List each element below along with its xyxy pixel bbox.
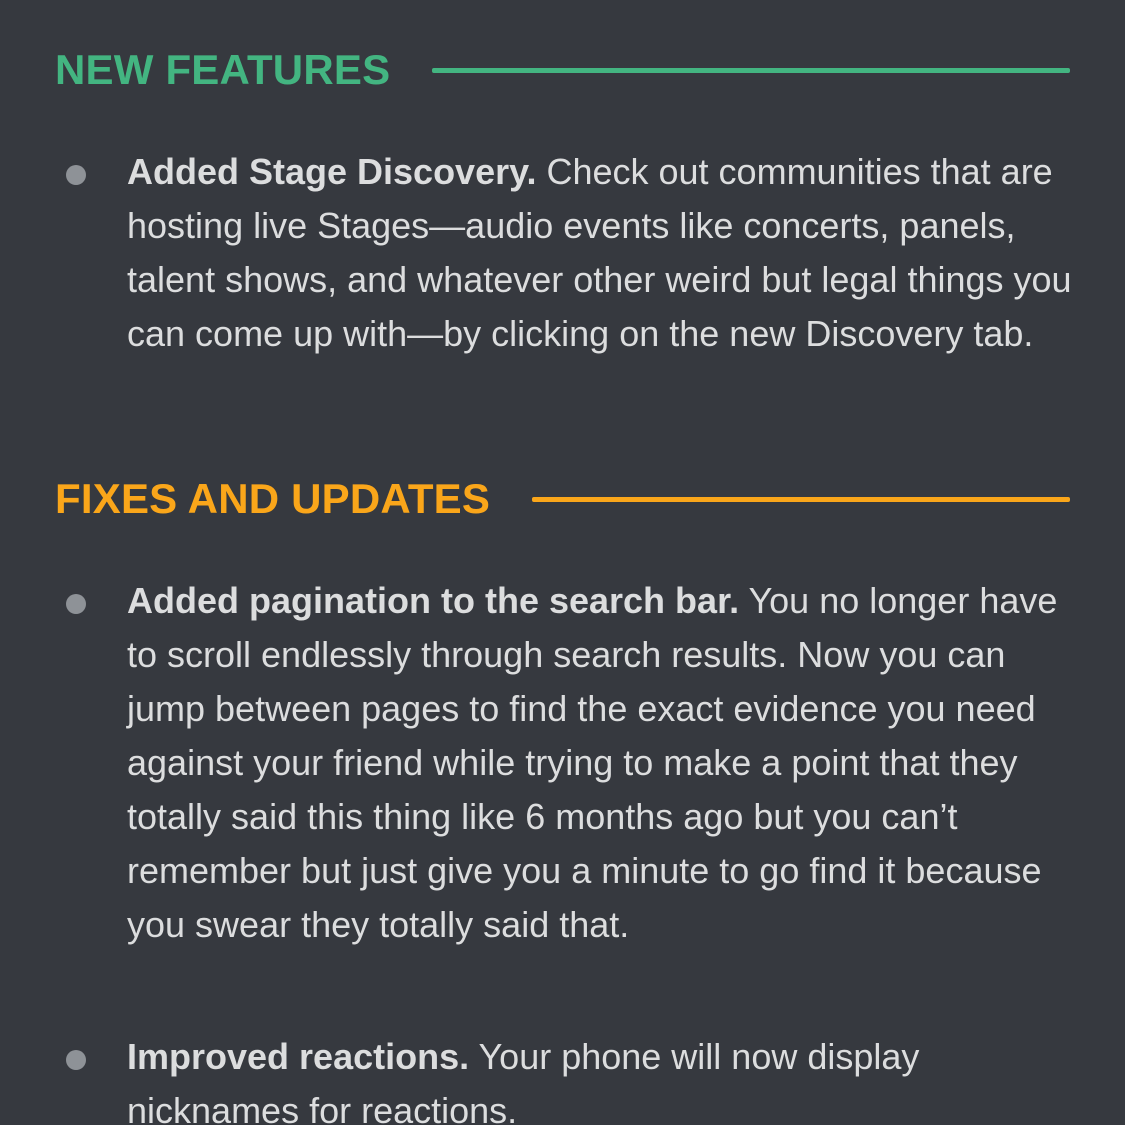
new-features-header: NEW FEATURES [55, 40, 1070, 100]
fixes-and-updates-divider [532, 496, 1070, 502]
patch-notes-page: NEW FEATURES Added Stage Discovery. Chec… [0, 0, 1125, 1125]
list-item-stage-discovery: Added Stage Discovery. Check out communi… [127, 145, 1072, 361]
fixes-and-updates-title: FIXES AND UPDATES [55, 475, 491, 522]
new-features-divider [432, 67, 1070, 73]
bullet-icon [66, 1050, 86, 1070]
new-features-title: NEW FEATURES [55, 46, 391, 93]
bullet-icon [66, 594, 86, 614]
list-item-heading: Added pagination to the search bar. [127, 580, 740, 621]
list-item-heading: Added Stage Discovery. [127, 151, 537, 192]
list-item-heading: Improved reactions. [127, 1036, 470, 1077]
list-item-search-pagination: Added pagination to the search bar. You … [127, 574, 1072, 952]
list-item-improved-reactions: Improved reactions. Your phone will now … [127, 1030, 1072, 1125]
bullet-icon [66, 165, 86, 185]
fixes-and-updates-header: FIXES AND UPDATES [55, 469, 1070, 529]
list-item-text: You no longer have to scroll endlessly t… [127, 580, 1058, 945]
